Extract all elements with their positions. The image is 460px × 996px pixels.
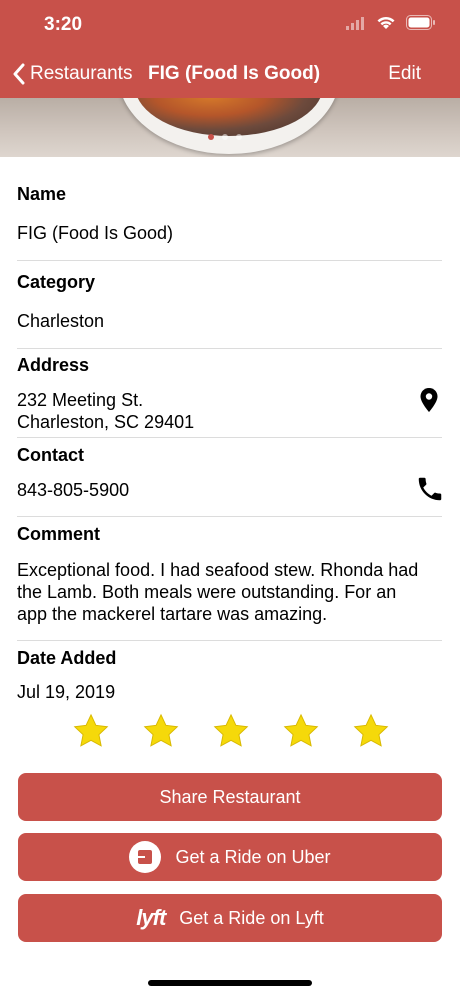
edit-button[interactable]: Edit xyxy=(388,63,421,85)
star-icon[interactable] xyxy=(142,712,212,752)
location-pin-icon xyxy=(420,388,438,412)
star-icon[interactable] xyxy=(72,712,142,752)
chevron-left-icon xyxy=(13,63,25,85)
uber-ride-button[interactable]: Get a Ride on Uber xyxy=(18,833,442,881)
signal-icon xyxy=(346,16,364,30)
phone-icon xyxy=(418,477,442,501)
divider xyxy=(17,437,442,438)
page-title: FIG (Food Is Good) xyxy=(148,63,321,84)
category-label: Category xyxy=(17,272,96,292)
lyft-ride-button[interactable]: lyft Get a Ride on Lyft xyxy=(18,894,442,942)
address-line-2: Charleston, SC 29401 xyxy=(17,412,195,432)
uber-ride-label: Get a Ride on Uber xyxy=(175,846,331,867)
page-dot xyxy=(208,134,214,140)
battery-icon xyxy=(406,15,435,30)
divider xyxy=(17,348,442,349)
status-icons xyxy=(346,15,436,30)
navigation-bar: Restaurants FIG (Food Is Good) Edit xyxy=(0,50,460,98)
wifi-icon xyxy=(377,16,395,29)
star-rating[interactable] xyxy=(72,712,422,752)
name-label: Name xyxy=(17,184,67,204)
comment-line-1: Exceptional food. I had seafood stew. Rh… xyxy=(17,560,419,580)
share-restaurant-button[interactable]: Share Restaurant xyxy=(18,773,442,821)
photo-page-indicator[interactable] xyxy=(208,134,242,140)
home-indicator[interactable] xyxy=(148,980,312,986)
status-time: 3:20 xyxy=(44,14,83,35)
back-button[interactable]: Restaurants xyxy=(12,60,132,88)
contact-label: Contact xyxy=(17,445,84,465)
divider xyxy=(17,260,442,261)
name-value: FIG (Food Is Good) xyxy=(17,223,174,243)
date-added-value: Jul 19, 2019 xyxy=(17,682,116,702)
uber-icon xyxy=(129,841,162,873)
date-added-label: Date Added xyxy=(17,648,117,668)
back-button-label: Restaurants xyxy=(30,63,133,84)
star-icon[interactable] xyxy=(352,712,422,752)
comment-label: Comment xyxy=(17,524,101,544)
comment-line-3: app the mackerel tartare was amazing. xyxy=(17,604,328,624)
contact-value[interactable]: 843-805-5900 xyxy=(17,479,129,501)
comment-line-2: the Lamb. Both meals were outstanding. F… xyxy=(17,582,397,602)
page-dot xyxy=(236,134,242,140)
lyft-ride-label: Get a Ride on Lyft xyxy=(179,907,324,928)
address-label: Address xyxy=(17,355,90,375)
call-button[interactable] xyxy=(415,474,445,509)
category-value: Charleston xyxy=(17,311,105,331)
restaurant-photo[interactable] xyxy=(0,98,460,157)
lyft-icon: lyft xyxy=(136,905,166,930)
address-line-1: 232 Meeting St. xyxy=(17,390,144,410)
share-restaurant-label: Share Restaurant xyxy=(159,786,301,807)
divider xyxy=(17,640,442,641)
page-dot xyxy=(222,134,228,140)
map-button[interactable] xyxy=(419,387,439,418)
star-icon[interactable] xyxy=(212,712,282,752)
star-icon[interactable] xyxy=(282,712,352,752)
status-bar: 3:20 xyxy=(0,0,460,50)
divider xyxy=(17,516,442,517)
